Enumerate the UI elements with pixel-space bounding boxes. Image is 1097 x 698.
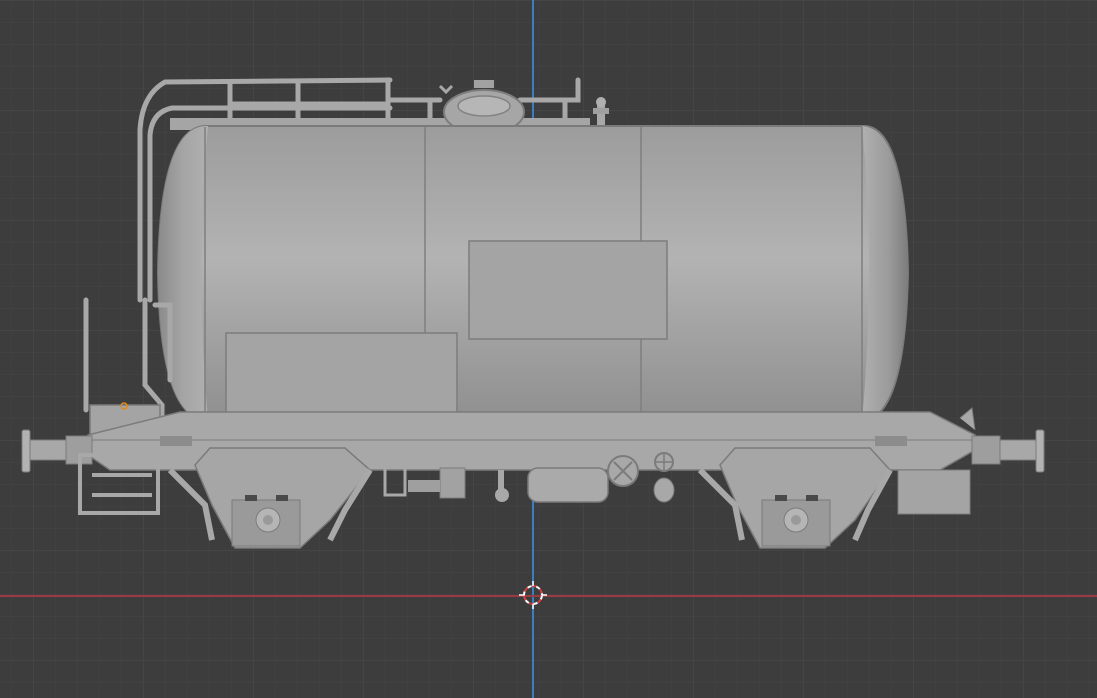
label-panel-lower (225, 332, 458, 426)
3d-cursor-icon[interactable] (519, 581, 547, 609)
tank-wagon-model[interactable] (0, 0, 1097, 698)
axlebox-left (167, 447, 373, 549)
axlebox-right (697, 447, 893, 549)
step-right (897, 469, 971, 515)
label-panel-upper (468, 240, 668, 340)
3d-viewport[interactable] (0, 0, 1097, 698)
top-valve (593, 97, 609, 128)
buffer-right (971, 429, 1045, 473)
